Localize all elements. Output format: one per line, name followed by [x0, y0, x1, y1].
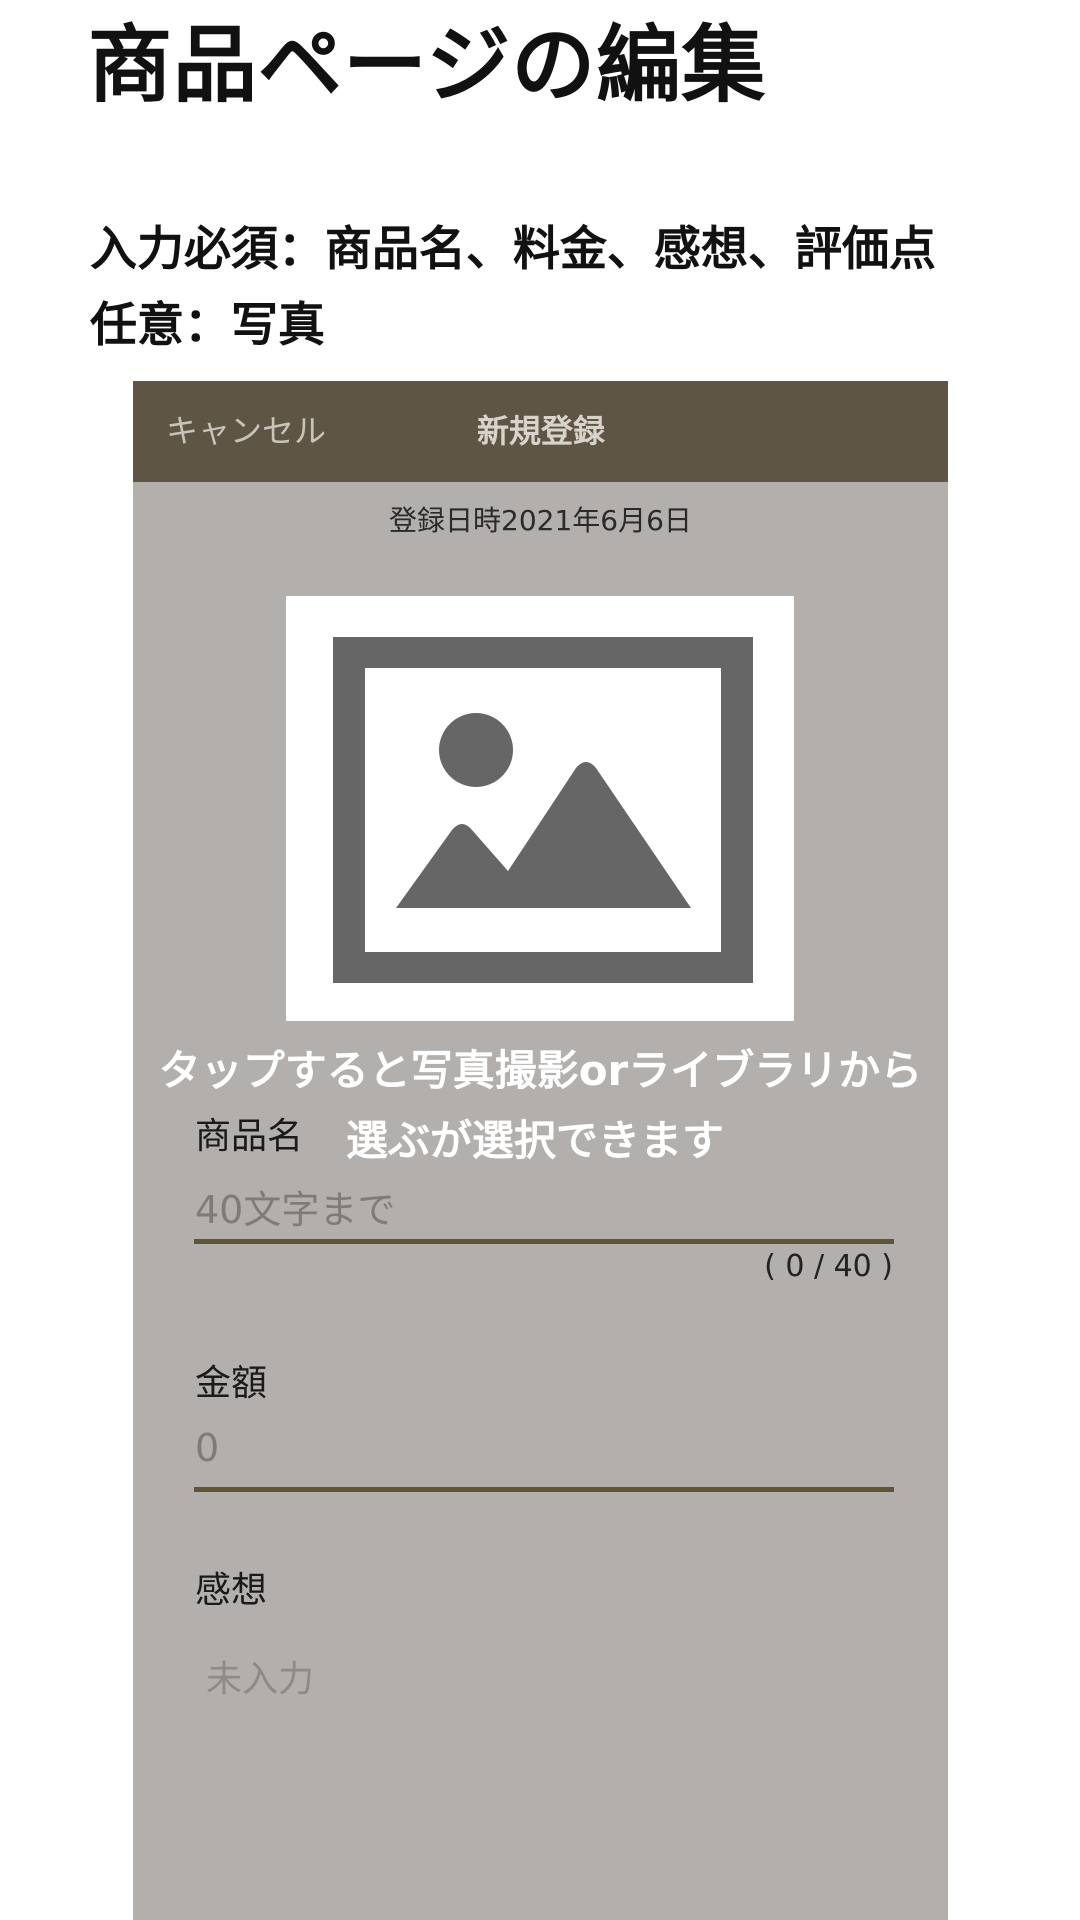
product-name-label: 商品名 [195, 1116, 304, 1157]
image-placeholder-icon [333, 637, 753, 983]
cancel-button[interactable]: キャンセル [166, 381, 326, 482]
photo-picker-button[interactable] [286, 596, 794, 1021]
product-name-input[interactable]: 40文字まで [195, 1179, 395, 1234]
price-underline [194, 1487, 894, 1492]
impression-label: 感想 [195, 1570, 268, 1611]
price-label: 金額 [195, 1363, 268, 1404]
optional-fields-note: 任意：写真 [90, 298, 325, 353]
price-input[interactable]: 0 [195, 1426, 219, 1470]
page-title: 商品ページの編集 [88, 16, 767, 114]
product-name-underline [194, 1239, 894, 1244]
input-requirements: 入力必須：商品名、料金、感想、評価点 任意：写真 [90, 212, 936, 364]
character-counter: ( 0 / 40 ) [764, 1249, 893, 1284]
required-fields-note: 入力必須：商品名、料金、感想、評価点 [90, 222, 936, 277]
navigation-bar: キャンセル 新規登録 [133, 381, 948, 482]
registration-date: 登録日時2021年6月6日 [389, 504, 692, 537]
nav-title: 新規登録 [477, 412, 606, 450]
impression-textarea[interactable]: 未入力 [206, 1650, 314, 1702]
page: 商品ページの編集 入力必須：商品名、料金、感想、評価点 任意：写真 キャンセル … [0, 0, 1080, 1920]
photo-annotation-line1: タップすると写真撮影orライブラリから [158, 1046, 923, 1095]
photo-annotation-line2: 選ぶが選択できます [346, 1116, 725, 1165]
phone-screen: キャンセル 新規登録 登録日時2021年6月6日 タップすると写真撮影orライブ… [133, 381, 948, 1920]
